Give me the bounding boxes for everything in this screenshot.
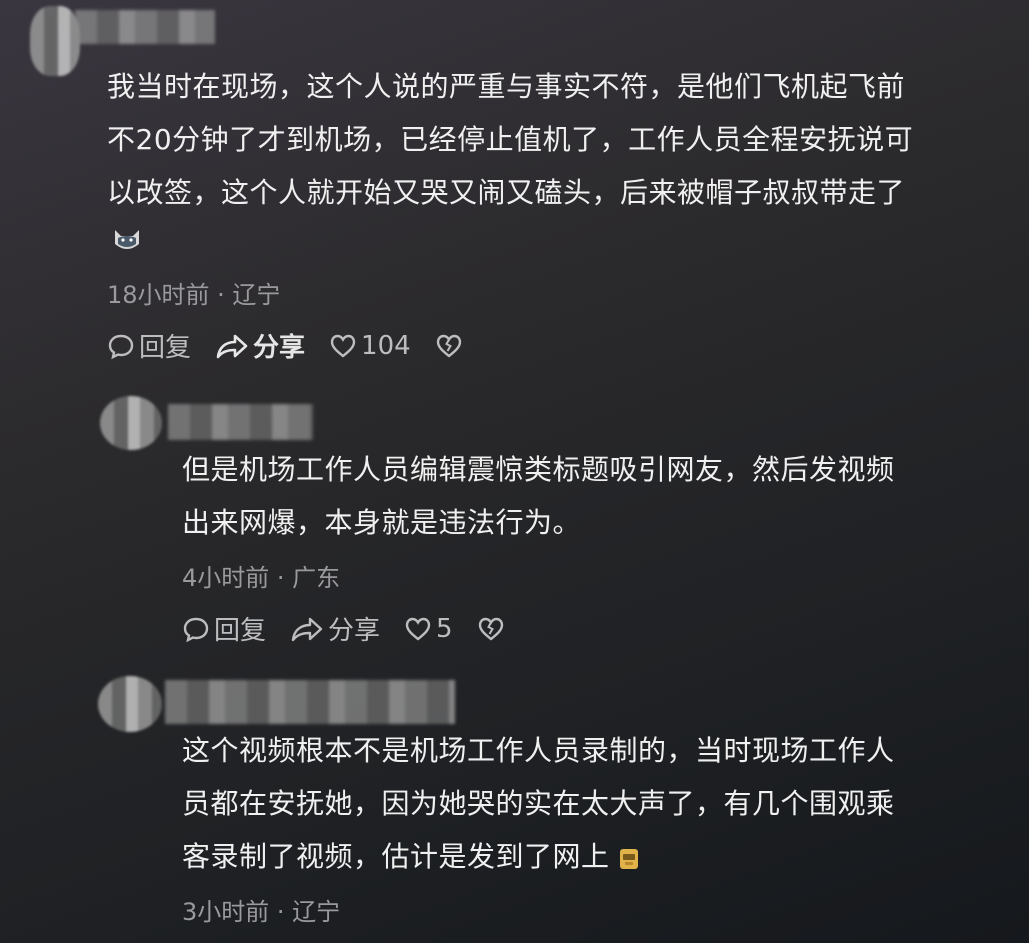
comment-actions: 回复 分享 5	[182, 610, 533, 647]
cat-emoji-icon	[115, 230, 139, 249]
reply-button[interactable]: 回复	[182, 610, 266, 647]
comment-meta: 18小时前 · 辽宁	[107, 281, 281, 309]
comment-text-last-line: 客录制了视频，估计是发到了网上	[182, 840, 610, 873]
comment-text: 但是机场工作人员编辑震惊类标题吸引网友，然后发视频 出来网爆，本身就是违法行为。	[182, 453, 895, 539]
username-blurred[interactable]	[168, 404, 313, 440]
avatar[interactable]	[30, 6, 80, 76]
share-button[interactable]: 分享	[215, 327, 305, 364]
comment-text: 我当时在现场，这个人说的严重与事实不符，是他们飞机起飞前 不20分钟了才到机场，…	[107, 70, 914, 209]
dislike-button[interactable]	[435, 332, 467, 360]
share-button[interactable]: 分享	[290, 610, 380, 647]
comment-meta: 3小时前 · 辽宁	[182, 898, 341, 926]
comment-actions: 回复 分享 104	[107, 327, 491, 364]
dislike-icon	[436, 334, 461, 358]
like-count: 104	[361, 330, 411, 361]
share-icon	[291, 617, 323, 641]
reply-button[interactable]: 回复	[107, 327, 191, 364]
like-count: 5	[436, 613, 453, 644]
dislike-button[interactable]	[477, 615, 509, 643]
like-button[interactable]: 104	[329, 331, 411, 361]
reply-icon	[183, 617, 209, 642]
avatar[interactable]	[98, 676, 162, 732]
dislike-icon	[478, 617, 503, 641]
share-label: 分享	[253, 333, 306, 363]
heart-icon	[405, 617, 431, 641]
share-icon	[216, 334, 248, 358]
comment-meta: 4小时前 · 广东	[182, 564, 341, 592]
doge-emoji-icon	[619, 849, 638, 869]
like-button[interactable]: 5	[404, 614, 453, 644]
reply-icon	[108, 334, 134, 359]
reply-label: 回复	[139, 333, 192, 363]
share-label: 分享	[328, 616, 381, 646]
username-blurred[interactable]	[75, 10, 215, 44]
heart-icon	[330, 334, 356, 358]
comment-text: 这个视频根本不是机场工作人员录制的，当时现场工作人 员都在安抚她，因为她哭的实在…	[182, 734, 895, 873]
reply-label: 回复	[214, 616, 267, 646]
avatar[interactable]	[100, 396, 162, 450]
username-blurred[interactable]	[165, 680, 455, 724]
